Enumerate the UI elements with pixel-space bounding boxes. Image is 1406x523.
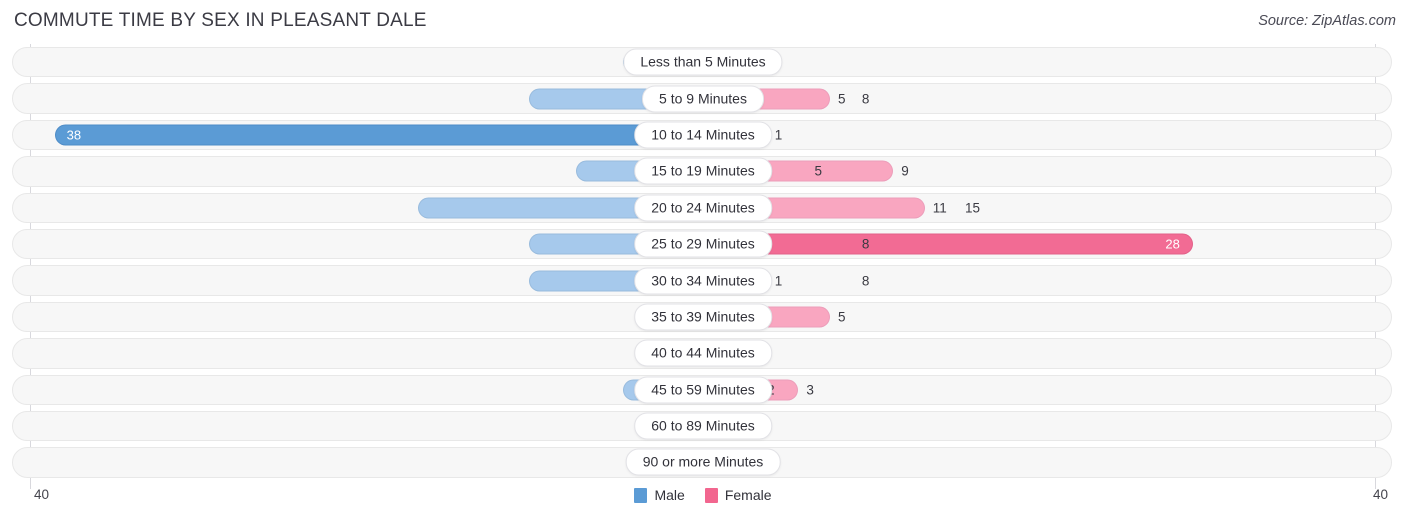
legend-item-male[interactable]: Male: [634, 487, 685, 503]
legend-label-male: Male: [654, 487, 685, 503]
category-label: 60 to 89 Minutes: [634, 412, 772, 440]
category-label: 40 to 44 Minutes: [634, 339, 772, 367]
bar-row: 8 28 25 to 29 Minutes: [0, 226, 1406, 262]
bar-value-female: 11: [932, 200, 947, 216]
bar-row: 0040 to 44 Minutes: [0, 335, 1406, 371]
bar-value-female: 5: [838, 91, 846, 107]
bar-value-female: 28: [1165, 236, 1180, 252]
legend-item-female[interactable]: Female: [704, 487, 772, 503]
bar-value-male: 38: [66, 127, 82, 143]
bar-row: 20Less than 5 Minutes: [0, 44, 1406, 80]
bar-female[interactable]: [703, 233, 1194, 255]
category-label: 25 to 29 Minutes: [634, 230, 772, 258]
category-label: 5 to 9 Minutes: [642, 85, 764, 113]
bar-row: 0060 to 89 Minutes: [0, 408, 1406, 444]
legend-label-female: Female: [724, 487, 772, 503]
chart-header: COMMUTE TIME BY SEX IN PLEASANT DALE Sou…: [0, 0, 1406, 44]
bar-value-female: 5: [838, 309, 846, 325]
category-label: 35 to 39 Minutes: [634, 303, 772, 331]
bar-value-female: 1: [774, 273, 783, 289]
category-label: 15 to 19 Minutes: [634, 157, 772, 185]
page-title: COMMUTE TIME BY SEX IN PLEASANT DALE: [14, 10, 427, 31]
bar-value-male: 5: [814, 163, 822, 179]
bar-value-male: 8: [861, 236, 870, 252]
bar-rows: 20Less than 5 Minutes855 to 9 Minutes381…: [0, 44, 1406, 481]
bar-value-male: 15: [964, 200, 980, 216]
bar-row: 85 5 to 9 Minutes: [0, 80, 1406, 116]
chart-footer: 40 40 Male Female: [0, 481, 1406, 523]
bar-row: 38 1 10 to 14 Minutes: [0, 117, 1406, 153]
source-attribution: Source: ZipAtlas.com: [1258, 13, 1396, 29]
bar-value-male: 8: [861, 273, 870, 289]
plot-area: 20Less than 5 Minutes855 to 9 Minutes381…: [0, 44, 1406, 489]
bar-value-female: 9: [901, 163, 909, 179]
bar-row: 8 1 30 to 34 Minutes: [0, 262, 1406, 298]
bar-row: 5 9 15 to 19 Minutes: [0, 153, 1406, 189]
legend-swatch-male: [634, 487, 648, 503]
category-label: 20 to 24 Minutes: [634, 194, 772, 222]
bar-value-female: 1: [774, 127, 783, 143]
bar-row: 15 11 20 to 24 Minutes: [0, 190, 1406, 226]
category-label: 30 to 34 Minutes: [634, 267, 772, 295]
category-label: 10 to 14 Minutes: [634, 121, 772, 149]
category-label: Less than 5 Minutes: [623, 48, 783, 76]
bar-value-female: 3: [806, 382, 814, 398]
commute-time-chart: COMMUTE TIME BY SEX IN PLEASANT DALE Sou…: [0, 0, 1406, 523]
bar-value-male: 8: [861, 91, 870, 107]
legend-swatch-female: [704, 487, 718, 503]
bar-male[interactable]: [54, 124, 703, 146]
bar-row: 0535 to 39 Minutes: [0, 299, 1406, 335]
legend: Male Female: [0, 487, 1406, 503]
category-label: 90 or more Minutes: [625, 448, 781, 476]
bar-row: 0090 or more Minutes: [0, 444, 1406, 480]
category-label: 45 to 59 Minutes: [634, 376, 772, 404]
bar-row: 2345 to 59 Minutes: [0, 372, 1406, 408]
